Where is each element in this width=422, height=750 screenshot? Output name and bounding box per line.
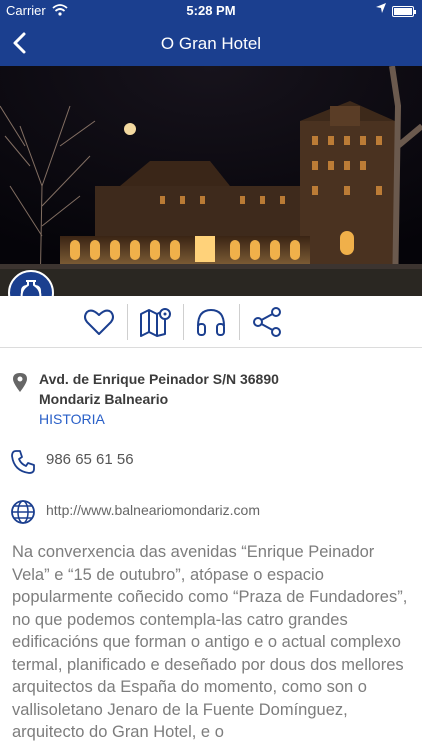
clock: 5:28 PM (186, 3, 236, 18)
divider (183, 304, 184, 340)
battery-icon (392, 6, 416, 17)
phone-number[interactable]: 986 65 61 56 (46, 451, 134, 468)
action-bar (0, 296, 422, 348)
address-line-2: Mondariz Balneario (39, 391, 169, 407)
globe-icon (10, 499, 35, 524)
location-pin-icon (10, 371, 34, 395)
page-title: O Gran Hotel (160, 34, 262, 53)
website-link[interactable]: http://www.balneariomondariz.com (46, 502, 260, 518)
photo-carousel[interactable] (0, 66, 422, 296)
location-arrow-icon (376, 3, 386, 16)
hotel-night-photo (0, 66, 422, 296)
share-icon[interactable] (249, 304, 285, 340)
divider (127, 304, 128, 340)
heart-icon[interactable] (81, 304, 117, 340)
address-line-1: Avd. de Enrique Peinador S/N 36890 (39, 371, 279, 387)
map-icon[interactable] (137, 304, 173, 340)
status-bar: Carrier 5:28 PM (0, 0, 422, 22)
navigation-bar: O Gran Hotel (0, 22, 422, 66)
description-text: Na converxencia das avenidas “Enrique Pe… (12, 543, 408, 741)
phone-icon (10, 449, 35, 474)
category-link[interactable]: HISTORIA (39, 411, 105, 427)
divider (239, 304, 240, 340)
headphones-icon[interactable] (193, 304, 229, 340)
